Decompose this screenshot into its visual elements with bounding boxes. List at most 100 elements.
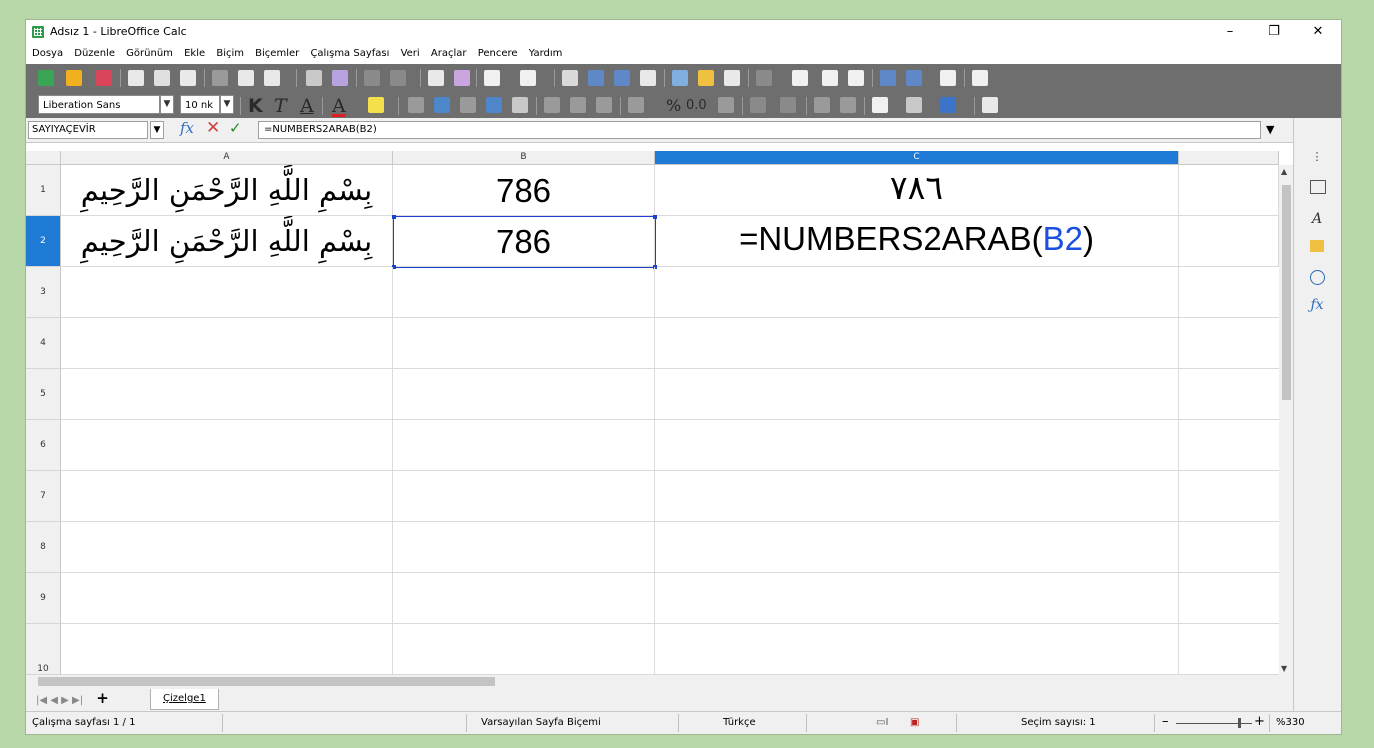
vertical-scrollbar[interactable]: ▲ ▼	[1279, 165, 1293, 675]
zoom-out-button[interactable]: –	[1162, 714, 1169, 729]
currency-format-icon[interactable]	[628, 97, 644, 113]
delete-decimal-icon[interactable]	[780, 97, 796, 113]
cell-d2[interactable]	[1179, 216, 1279, 267]
row-header-8[interactable]: 8	[26, 522, 61, 573]
show-draw-functions-icon[interactable]	[972, 70, 988, 86]
spelling-icon[interactable]	[454, 70, 470, 86]
date-format-icon[interactable]	[718, 97, 734, 113]
borders-icon[interactable]	[872, 97, 888, 113]
add-sheet-icon[interactable]: +	[96, 689, 109, 707]
row-header-9[interactable]: 9	[26, 573, 61, 624]
bold-icon[interactable]: K	[248, 95, 263, 117]
row-icon[interactable]	[484, 70, 500, 86]
number-format-icon[interactable]: 0.0	[686, 98, 707, 113]
hyperlink-icon[interactable]	[792, 70, 808, 86]
zoom-in-button[interactable]: +	[1254, 714, 1265, 729]
insert-image-icon[interactable]	[672, 70, 688, 86]
align-right-icon[interactable]	[460, 97, 476, 113]
row-header-6[interactable]: 6	[26, 420, 61, 471]
undo-icon[interactable]	[364, 70, 380, 86]
decrease-indent-icon[interactable]	[840, 97, 856, 113]
align-bottom-icon[interactable]	[596, 97, 612, 113]
italic-icon[interactable]: T	[274, 95, 287, 117]
navigator-icon[interactable]	[1310, 270, 1325, 285]
sheet-tab-cizelge1[interactable]: Çizelge1	[150, 689, 219, 710]
sidebar-menu-icon[interactable]: ⋮	[1308, 148, 1326, 166]
menu-veri[interactable]: Veri	[401, 44, 420, 64]
empty-cells-area[interactable]	[61, 267, 1279, 675]
add-decimal-icon[interactable]	[750, 97, 766, 113]
clear-formatting-icon[interactable]	[332, 70, 348, 86]
column-icon[interactable]	[520, 70, 536, 86]
font-color-icon[interactable]: A	[332, 95, 346, 117]
functions-icon[interactable]: ƒx	[1308, 296, 1326, 314]
cut-icon[interactable]	[212, 70, 228, 86]
clone-formatting-icon[interactable]	[306, 70, 322, 86]
conditional-format-icon[interactable]	[982, 97, 998, 113]
sort-icon[interactable]	[562, 70, 578, 86]
menu-calisma-sayfasi[interactable]: Çalışma Sayfası	[310, 44, 389, 64]
find-replace-icon[interactable]	[428, 70, 444, 86]
gallery-icon[interactable]	[1310, 240, 1324, 252]
freeze-rows-columns-icon[interactable]	[906, 70, 922, 86]
row-header-1[interactable]: 1	[26, 165, 61, 216]
close-button[interactable]: ✕	[1296, 22, 1340, 42]
zoom-slider-thumb[interactable]	[1238, 718, 1241, 728]
select-all-corner[interactable]	[26, 151, 61, 165]
first-sheet-icon[interactable]: |◀	[36, 695, 47, 706]
font-name-dropdown[interactable]: ▼	[160, 95, 174, 114]
autofilter-icon[interactable]	[640, 70, 656, 86]
define-print-area-icon[interactable]	[880, 70, 896, 86]
selection-handle[interactable]	[653, 215, 657, 219]
page-style[interactable]: Varsayılan Sayfa Biçemi	[481, 717, 601, 728]
redo-icon[interactable]	[390, 70, 406, 86]
increase-indent-icon[interactable]	[814, 97, 830, 113]
properties-icon[interactable]	[1310, 180, 1326, 194]
menu-duzenle[interactable]: Düzenle	[74, 44, 115, 64]
cell-b1[interactable]: 786	[393, 165, 655, 216]
align-left-icon[interactable]	[408, 97, 424, 113]
align-middle-icon[interactable]	[570, 97, 586, 113]
menu-bicemler[interactable]: Biçemler	[255, 44, 299, 64]
percent-format-icon[interactable]: %	[666, 96, 681, 115]
last-sheet-icon[interactable]: ▶|	[72, 695, 83, 706]
menu-gorunum[interactable]: Görünüm	[126, 44, 173, 64]
minimize-button[interactable]: –	[1208, 22, 1252, 42]
column-header-c[interactable]: C	[655, 151, 1179, 165]
language-status[interactable]: Türkçe	[723, 717, 756, 728]
merge-center-icon[interactable]	[512, 97, 528, 113]
vertical-scroll-thumb[interactable]	[1282, 185, 1291, 400]
border-color-icon[interactable]	[940, 97, 956, 113]
paste-icon[interactable]	[264, 70, 280, 86]
open-folder-icon[interactable]	[66, 70, 82, 86]
row-header-5[interactable]: 5	[26, 369, 61, 420]
font-name-box[interactable]: Liberation Sans	[38, 95, 160, 114]
scroll-up-icon[interactable]: ▲	[1281, 167, 1287, 176]
underline-icon[interactable]: A	[300, 95, 314, 117]
copy-icon[interactable]	[238, 70, 254, 86]
sort-ascending-icon[interactable]	[588, 70, 604, 86]
row-header-2[interactable]: 2	[26, 216, 61, 267]
column-header-d[interactable]	[1179, 151, 1279, 165]
horizontal-scrollbar[interactable]	[26, 675, 1279, 688]
special-character-icon[interactable]	[756, 70, 772, 86]
menu-bicim[interactable]: Biçim	[216, 44, 244, 64]
selection-mode-icon[interactable]: ▭I	[876, 717, 888, 728]
cell-a2[interactable]: بِسْمِ اللَّهِ الرَّحْمَنِ الرَّحِيمِ	[61, 216, 393, 267]
row-header-7[interactable]: 7	[26, 471, 61, 522]
row-header-10[interactable]: 10	[26, 624, 61, 675]
menu-ekle[interactable]: Ekle	[184, 44, 205, 64]
sort-descending-icon[interactable]	[614, 70, 630, 86]
export-pdf-icon[interactable]	[128, 70, 144, 86]
menu-pencere[interactable]: Pencere	[478, 44, 518, 64]
cell-c1[interactable]: ٧٨٦	[655, 165, 1179, 216]
cell-d1[interactable]	[1179, 165, 1279, 216]
next-sheet-icon[interactable]: ▶	[61, 695, 69, 706]
cell-a1[interactable]: بِسْمِ اللَّهِ الرَّحْمَنِ الرَّحِيمِ	[61, 165, 393, 216]
prev-sheet-icon[interactable]: ◀	[50, 695, 58, 706]
print-preview-icon[interactable]	[180, 70, 196, 86]
column-header-a[interactable]: A	[61, 151, 393, 165]
print-icon[interactable]	[154, 70, 170, 86]
align-center-icon[interactable]	[434, 97, 450, 113]
headers-footers-icon[interactable]	[848, 70, 864, 86]
